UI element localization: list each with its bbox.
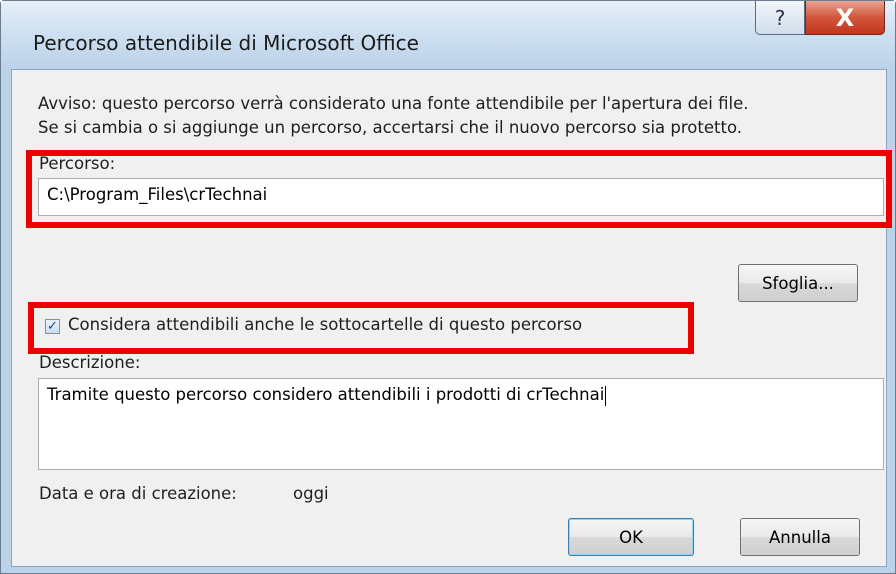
warning-line-1: Avviso: questo percorso verrà considerat… <box>38 94 749 113</box>
dialog-title: Percorso attendibile di Microsoft Office <box>33 31 419 55</box>
created-label: Data e ora di creazione: <box>39 484 237 503</box>
path-label: Percorso: <box>39 154 116 173</box>
ok-button[interactable]: OK <box>568 518 694 556</box>
checkmark-icon: ✓ <box>47 319 58 334</box>
created-value: oggi <box>293 484 329 503</box>
help-button[interactable]: ? <box>755 1 805 35</box>
help-icon: ? <box>774 5 786 30</box>
ok-button-label: OK <box>619 527 643 547</box>
warning-line-2: Se si cambia o si aggiunge un percorso, … <box>38 118 742 137</box>
subfolders-label[interactable]: Considera attendibili anche le sottocart… <box>68 315 582 334</box>
text-caret <box>605 385 607 406</box>
description-label: Descrizione: <box>39 353 141 372</box>
warning-text: Avviso: questo percorso verrà considerat… <box>38 92 748 140</box>
close-icon: X <box>835 3 855 32</box>
cancel-button[interactable]: Annulla <box>740 518 860 556</box>
path-value: C:\Program_Files\crTechnai <box>47 185 268 204</box>
close-button[interactable]: X <box>805 1 885 35</box>
browse-button[interactable]: Sfoglia... <box>738 264 858 302</box>
path-input[interactable]: C:\Program_Files\crTechnai <box>38 178 884 216</box>
description-input[interactable]: Tramite questo percorso considero attend… <box>38 378 884 470</box>
browse-button-label: Sfoglia... <box>762 273 834 293</box>
dialog-window: Percorso attendibile di Microsoft Office… <box>0 0 896 574</box>
dialog-body: Avviso: questo percorso verrà considerat… <box>11 69 892 567</box>
subfolders-checkbox[interactable]: ✓ <box>45 319 60 334</box>
description-value: Tramite questo percorso considero attend… <box>47 385 605 404</box>
cancel-button-label: Annulla <box>769 527 831 547</box>
title-bar[interactable]: Percorso attendibile di Microsoft Office… <box>1 1 895 69</box>
